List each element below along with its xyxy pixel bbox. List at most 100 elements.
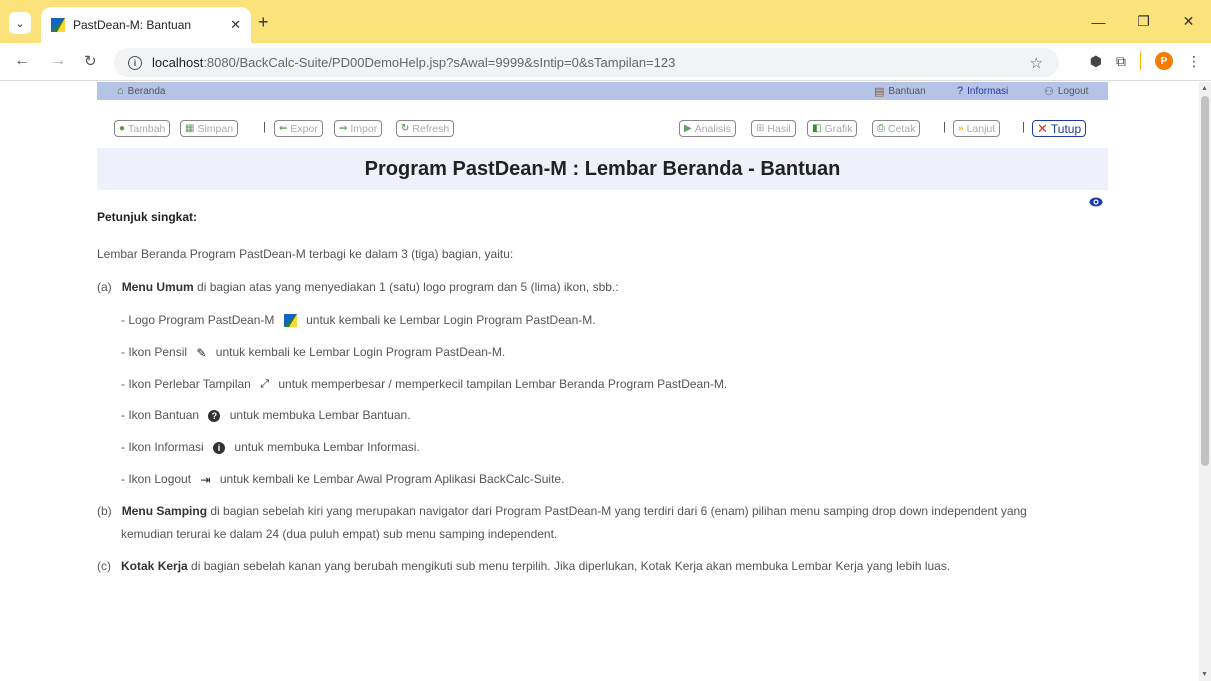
forward-icon[interactable]: → <box>50 52 66 70</box>
nav-home-label: Beranda <box>127 85 166 97</box>
nav-help-label: Bantuan <box>888 86 926 97</box>
restore-button[interactable]: ❐ <box>1121 0 1166 43</box>
browser-tab[interactable]: PastDean-M: Bantuan ✕ <box>41 7 251 43</box>
shield-extension-icon[interactable]: ⬢ <box>1090 53 1102 70</box>
nav-logout-label: Logout <box>1057 86 1089 97</box>
item-prefix: - Ikon Logout <box>121 472 192 486</box>
close-x-icon: ✕ <box>1037 120 1048 136</box>
browser-tab-bar: ⌄ PastDean-M: Bantuan ✕ + — ❐ ✕ <box>0 0 1211 43</box>
item-text: untuk kembali ke Lembar Login Program Pa… <box>215 345 506 359</box>
import-button[interactable]: ⇒ Impor <box>334 120 383 137</box>
tab-search-button[interactable]: ⌄ <box>9 12 31 34</box>
export-label: Expor <box>290 122 318 135</box>
profile-avatar[interactable]: P <box>1155 52 1173 70</box>
toolbar-separator: | <box>1022 121 1025 133</box>
nav-help[interactable]: ▤ Bantuan <box>874 85 926 98</box>
item-text: untuk memperbesar / memperkecil tampilan… <box>278 377 728 391</box>
printer-icon: ⎙ <box>877 123 885 134</box>
add-label: Tambah <box>128 122 166 135</box>
result-label: Hasil <box>767 122 791 135</box>
help-heading: Petunjuk singkat: <box>97 210 198 224</box>
analysis-button[interactable]: ▶ Analisis <box>679 120 736 137</box>
site-info-icon[interactable]: i <box>128 55 142 70</box>
list-item: - Logo Program PastDean-M untuk kembali … <box>121 313 596 328</box>
item-text: untuk kembali ke Lembar Awal Program Apl… <box>219 472 565 486</box>
address-toolbar: ← → ↻ i localhost:8080/BackCalc-Suite/PD… <box>0 43 1211 81</box>
section-a: (a) Menu Umum di bagian atas yang menyed… <box>97 280 619 294</box>
url-bar[interactable]: i localhost:8080/BackCalc-Suite/PD00Demo… <box>114 48 1059 77</box>
section-a-text: di bagian atas yang menyediakan 1 (satu)… <box>193 280 619 294</box>
home-icon: ⌂ <box>117 85 124 97</box>
new-tab-icon[interactable]: + <box>258 12 269 33</box>
section-b: (b) Menu Samping di bagian sebelah kiri … <box>97 504 1027 518</box>
export-button[interactable]: ⇐ Expor <box>274 120 323 137</box>
page-title: Program PastDean-M : Lembar Beranda - Ba… <box>364 157 841 180</box>
result-button[interactable]: ⊞ Hasil <box>751 120 796 137</box>
list-item: - Ikon Bantuan ? untuk membuka Lembar Ba… <box>121 408 411 422</box>
close-label: Tutup <box>1050 121 1082 136</box>
refresh-button[interactable]: ↻ Refresh <box>396 120 455 137</box>
favicon-icon <box>51 18 65 32</box>
tab-title: PastDean-M: Bantuan <box>73 18 192 32</box>
print-button[interactable]: ⎙ Cetak <box>872 120 921 137</box>
section-c-text: di bagian sebelah kanan yang berubah men… <box>187 559 951 573</box>
arrow-left-icon: ⇐ <box>279 123 288 134</box>
play-icon: ▶ <box>684 123 692 134</box>
section-c-title: Kotak Kerja <box>121 559 188 573</box>
item-text: untuk kembali ke Lembar Login Program Pa… <box>306 313 596 327</box>
logout-user-icon: ⚇ <box>1044 86 1054 98</box>
add-button[interactable]: ● Tambah <box>114 120 171 137</box>
vertical-scrollbar[interactable]: ▲ ▼ <box>1199 82 1211 681</box>
tab-close-icon[interactable]: ✕ <box>230 17 241 33</box>
list-item: - Ikon Logout ⇥ untuk kembali ke Lembar … <box>121 472 564 487</box>
arrow-right-icon: ⇒ <box>339 123 348 134</box>
scroll-down-icon[interactable]: ▼ <box>1201 671 1208 678</box>
section-c-prefix: (c) <box>97 559 111 573</box>
kebab-menu-icon[interactable]: ⋮ <box>1187 53 1201 70</box>
close-button[interactable]: ✕ Tutup <box>1032 120 1087 137</box>
double-chevron-icon: » <box>958 123 964 134</box>
url-path: :8080/BackCalc-Suite/PD00DemoHelp.jsp?sA… <box>203 55 676 70</box>
add-icon: ● <box>119 123 126 134</box>
scroll-thumb[interactable] <box>1201 96 1209 466</box>
print-label: Cetak <box>888 122 916 135</box>
section-b-prefix: (b) <box>97 504 112 518</box>
scroll-up-icon[interactable]: ▲ <box>1201 85 1208 92</box>
item-prefix: - Ikon Bantuan <box>121 408 200 422</box>
item-prefix: - Ikon Perlebar Tampilan <box>121 377 251 391</box>
top-nav-bar: ⌂ Beranda ▤ Bantuan ? Informasi ⚇ Logout <box>97 82 1108 100</box>
reload-icon[interactable]: ↻ <box>84 52 97 70</box>
item-prefix: - Ikon Informasi <box>121 440 204 454</box>
close-window-button[interactable]: ✕ <box>1166 0 1211 43</box>
table-icon: ⊞ <box>756 123 765 134</box>
chart-icon: ◧ <box>812 123 822 134</box>
next-button[interactable]: » Lanjut <box>953 120 1001 137</box>
logout-icon: ⇥ <box>200 472 211 487</box>
extensions-puzzle-icon[interactable]: ⧉ <box>1116 53 1126 70</box>
action-toolbar: ● Tambah ▦ Simpan | ⇐ Expor ⇒ Impor ↻ Refresh… <box>114 118 1094 140</box>
graph-button[interactable]: ◧ Grafik <box>807 120 858 137</box>
minimize-button[interactable]: — <box>1076 0 1121 43</box>
book-icon: ▤ <box>874 86 885 98</box>
analysis-label: Analisis <box>694 122 731 135</box>
expand-icon: ⤢ <box>260 378 269 391</box>
list-item: - Ikon Informasi i untuk membuka Lembar … <box>121 440 420 454</box>
back-icon[interactable]: ← <box>14 52 30 70</box>
bookmark-star-icon[interactable]: ☆ <box>1030 54 1043 72</box>
save-button[interactable]: ▦ Simpan <box>180 120 239 137</box>
toolbar-divider <box>1140 52 1141 70</box>
pencil-icon: ✎ <box>196 345 207 360</box>
next-label: Lanjut <box>966 122 996 135</box>
nav-home[interactable]: ⌂ Beranda <box>117 85 165 97</box>
nav-info[interactable]: ? Informasi <box>957 85 1008 97</box>
info-icon: i <box>213 441 226 454</box>
list-item: - Ikon Pensil ✎ untuk kembali ke Lembar … <box>121 345 505 360</box>
logo-icon <box>283 314 297 328</box>
section-b-continuation: kemudian terurai ke dalam 24 (dua puluh … <box>121 527 558 541</box>
section-c: (c) Kotak Kerja di bagian sebelah kanan … <box>97 559 950 573</box>
question-mark-icon: ? <box>957 85 964 97</box>
section-b-text: di bagian sebelah kiri yang merupakan na… <box>207 504 1027 518</box>
nav-logout[interactable]: ⚇ Logout <box>1044 85 1088 98</box>
eye-icon[interactable] <box>1089 197 1103 207</box>
list-item: - Ikon Perlebar Tampilan ⤢ untuk memperb… <box>121 377 727 391</box>
